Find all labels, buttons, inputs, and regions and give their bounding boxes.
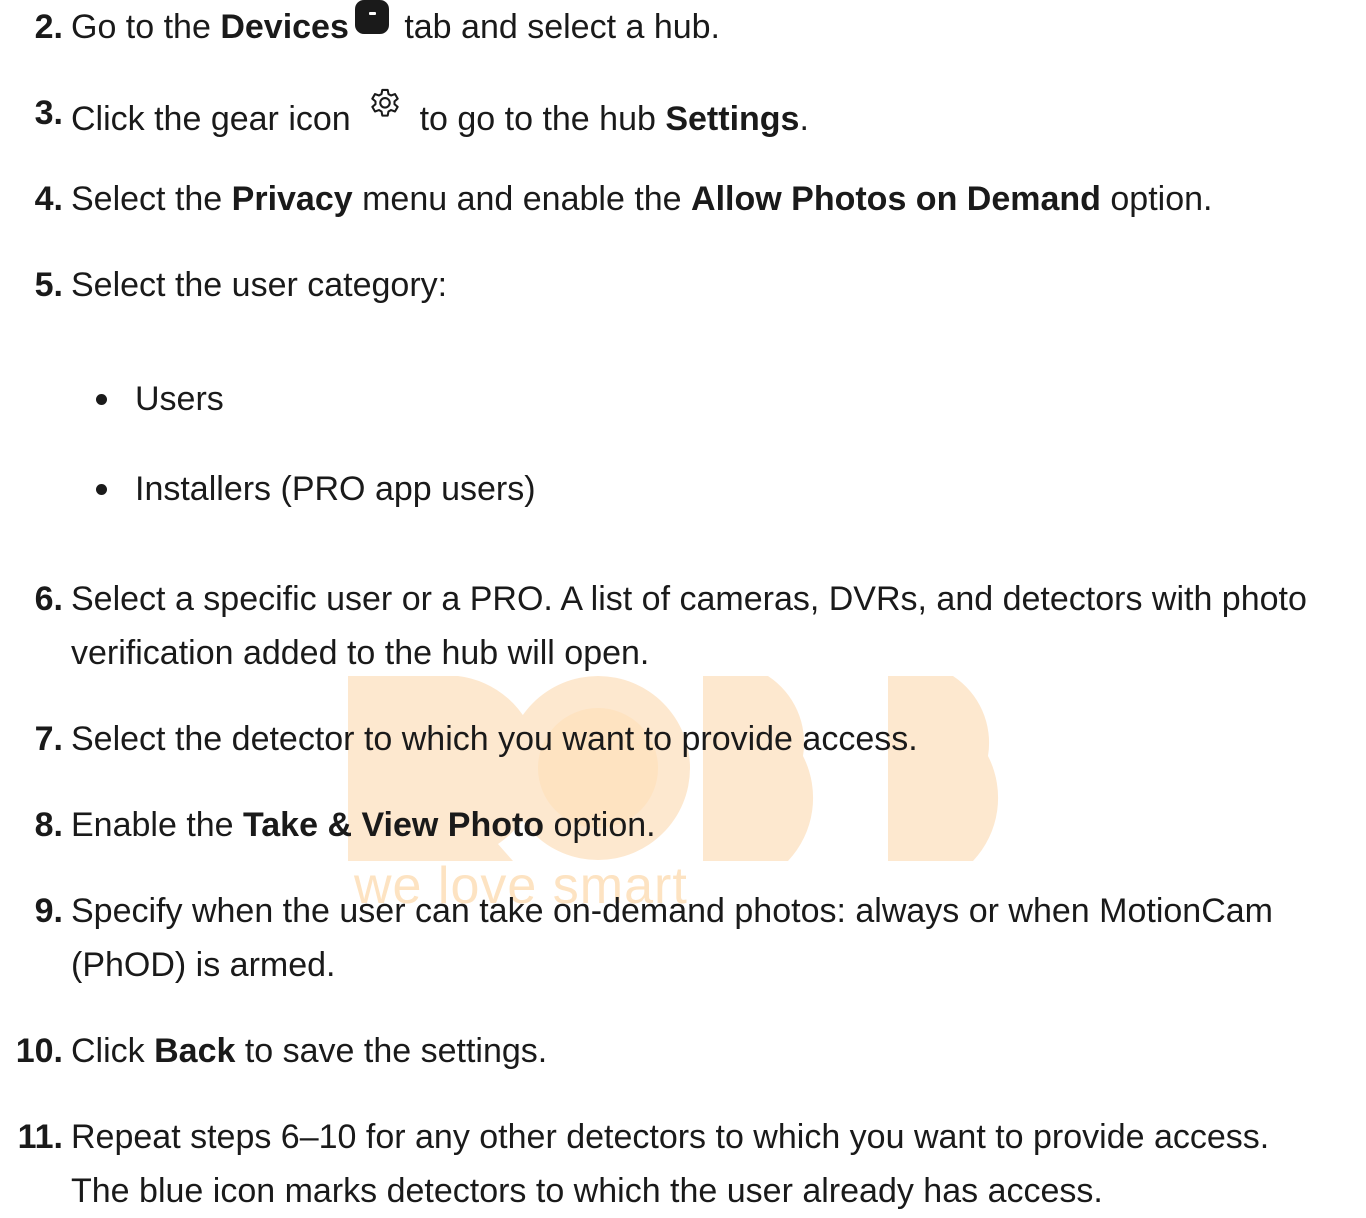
step-text-part: option. [544,806,656,844]
step-text-part: Enable the [71,806,244,844]
step-text: Go to the Devices tab and select a hub. [71,0,1366,54]
step-text-part: option. [1100,180,1213,218]
step-number: 2. [34,8,63,46]
step-number: 7. [34,720,63,758]
step-text-part: tab and select a hub. [394,8,720,46]
step-text-part: to save the settings. [235,1032,548,1070]
step-text: Select the user category: [71,266,448,304]
step-text-part: . [799,100,809,138]
bullet-icon [96,394,107,405]
devices-tab-label: Devices [220,8,349,46]
step-text: Select the Privacy menu and enable the A… [71,172,1366,226]
step-number: 3. [34,94,63,132]
step-text-line: Specify when the user can take on-demand… [71,892,1273,930]
step-text: Select a specific user or a PRO. A list … [71,572,1366,680]
step-number: 8. [34,806,63,844]
step-text-part: to go to the hub [410,100,666,138]
step-text: Specify when the user can take on-demand… [71,884,1366,992]
step-text-line: (PhOD) is armed. [71,946,336,984]
step-number: 10. [15,1032,63,1070]
take-view-photo-option-label: Take & View Photo [243,806,545,844]
step-text-part: menu and enable the [352,180,692,218]
step-text-part: Click [71,1032,155,1070]
devices-tab-icon [354,0,389,34]
step-number: 5. [34,266,63,304]
settings-label: Settings [665,100,800,138]
step-text-line: The blue icon marks detectors to which t… [71,1172,1103,1210]
allow-photos-option-label: Allow Photos on Demand [691,180,1101,218]
step-text: Enable the Take & View Photo option. [71,798,1366,852]
step-text-line: Select a specific user or a PRO. A list … [71,580,1307,618]
step-text: Repeat steps 6–10 for any other detector… [71,1110,1366,1218]
list-item-text: Users [135,380,224,418]
step-number: 4. [34,180,63,218]
step-text-part: Click the gear icon [71,100,361,138]
step-text: Click Back to save the settings. [71,1024,1366,1078]
step-number: 11. [17,1118,63,1156]
step-number: 9. [34,892,63,930]
list-item-text: Installers (PRO app users) [135,470,536,508]
step-text-line: verification added to the hub will open. [71,634,650,672]
step-text-part: Go to the [71,8,221,46]
step-text: Click the gear icon to go to the hub Set… [71,86,1366,146]
back-button-label: Back [154,1032,236,1070]
step-text-part: Select the [71,180,232,218]
privacy-menu-label: Privacy [231,180,353,218]
instructions-page: we love smart 2. Go to the Devices tab a… [0,0,1366,1210]
step-text-line: Repeat steps 6–10 for any other detector… [71,1118,1270,1156]
step-number: 6. [34,580,63,618]
gear-icon [371,88,399,117]
bullet-icon [96,484,107,495]
step-text: Select the detector to which you want to… [71,720,918,758]
